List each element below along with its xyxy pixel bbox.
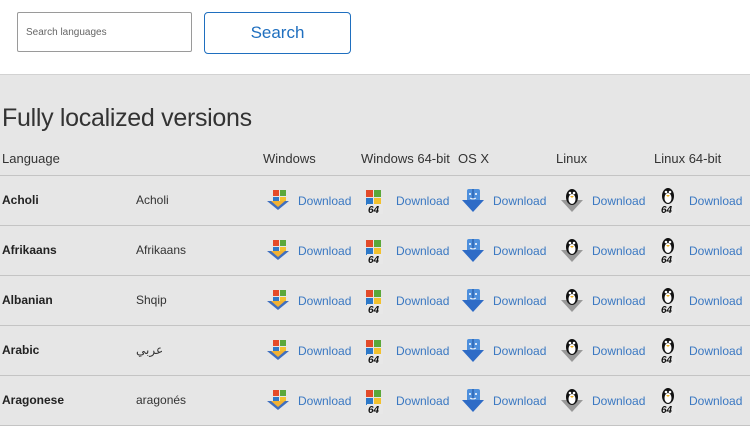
download-label: Download — [493, 194, 547, 208]
mac-finder-icon — [461, 388, 485, 414]
linux-tux-icon — [560, 388, 584, 414]
svg-text:64: 64 — [368, 405, 380, 414]
language-table: Acholi Acholi Download 64 Download Downl… — [0, 176, 750, 426]
table-row: Acholi Acholi Download 64 Download Downl… — [0, 176, 750, 226]
mac-finder-icon — [461, 188, 485, 214]
linux-tux-icon — [560, 238, 584, 264]
svg-text:64: 64 — [661, 405, 673, 414]
section-title: Fully localized versions — [2, 104, 252, 132]
windows-icon — [266, 388, 290, 414]
language-name: Afrikaans — [2, 243, 57, 257]
download-label: Download — [592, 194, 646, 208]
search-button[interactable]: Search — [204, 12, 351, 54]
download-label: Download — [396, 244, 450, 258]
table-row: Aragonese aragonés Download 64 Download … — [0, 376, 750, 426]
download-label: Download — [298, 244, 352, 258]
download-label: Download — [493, 344, 547, 358]
download-label: Download — [592, 394, 646, 408]
download-label: Download — [689, 394, 743, 408]
language-native-name: Afrikaans — [136, 243, 187, 257]
language-name: Albanian — [2, 293, 53, 307]
search-input[interactable] — [17, 12, 192, 52]
download-label: Download — [493, 394, 547, 408]
windows-icon — [266, 288, 290, 314]
column-header-language: Language — [2, 151, 60, 166]
download-label: Download — [689, 194, 743, 208]
download-label: Download — [689, 344, 743, 358]
svg-text:64: 64 — [661, 305, 673, 314]
mac-finder-icon — [461, 238, 485, 264]
linux-tux-64-icon: 64 — [657, 388, 681, 414]
column-header-osx: OS X — [458, 151, 490, 166]
svg-text:64: 64 — [368, 305, 380, 314]
search-bar: Search — [0, 0, 750, 75]
windows-icon — [266, 338, 290, 364]
windows-64-icon: 64 — [364, 338, 388, 364]
download-label: Download — [689, 244, 743, 258]
windows-64-icon: 64 — [364, 388, 388, 414]
language-name: Aragonese — [2, 393, 65, 407]
language-native-name: Acholi — [136, 193, 169, 207]
linux-tux-icon — [560, 188, 584, 214]
download-label: Download — [592, 344, 646, 358]
linux-tux-64-icon: 64 — [657, 338, 681, 364]
windows-64-icon: 64 — [364, 188, 388, 214]
svg-text:64: 64 — [368, 355, 380, 364]
download-label: Download — [689, 294, 743, 308]
download-label: Download — [493, 244, 547, 258]
download-label: Download — [396, 294, 450, 308]
windows-64-icon: 64 — [364, 288, 388, 314]
table-row: Afrikaans Afrikaans Download 64 Download… — [0, 226, 750, 276]
column-header-linux: Linux — [556, 151, 588, 166]
column-header-windows: Windows — [263, 151, 316, 166]
linux-tux-64-icon: 64 — [657, 188, 681, 214]
language-name: Arabic — [2, 343, 40, 357]
column-header-linux-64: Linux 64-bit — [654, 151, 722, 166]
linux-tux-icon — [560, 338, 584, 364]
language-native-name: عربي — [136, 343, 164, 357]
language-name: Acholi — [2, 193, 39, 207]
column-header-windows-64: Windows 64-bit — [361, 151, 450, 166]
download-label: Download — [592, 244, 646, 258]
download-label: Download — [493, 294, 547, 308]
mac-finder-icon — [461, 288, 485, 314]
table-row: Arabic عربي Download 64 Download Downloa… — [0, 326, 750, 376]
svg-text:64: 64 — [368, 205, 380, 214]
download-label: Download — [298, 344, 352, 358]
language-native-name: Shqip — [136, 293, 167, 307]
download-label: Download — [298, 194, 352, 208]
download-label: Download — [396, 194, 450, 208]
windows-icon — [266, 188, 290, 214]
download-label: Download — [298, 394, 352, 408]
linux-tux-64-icon: 64 — [657, 288, 681, 314]
linux-tux-icon — [560, 288, 584, 314]
linux-tux-64-icon: 64 — [657, 238, 681, 264]
svg-text:64: 64 — [661, 205, 673, 214]
table-row: Albanian Shqip Download 64 Download Down… — [0, 276, 750, 326]
download-label: Download — [396, 394, 450, 408]
mac-finder-icon — [461, 338, 485, 364]
svg-text:64: 64 — [661, 355, 673, 364]
table-header: Language Windows Windows 64-bit OS X Lin… — [0, 150, 750, 176]
language-native-name: aragonés — [136, 393, 187, 407]
windows-icon — [266, 238, 290, 264]
download-label: Download — [298, 294, 352, 308]
download-label: Download — [592, 294, 646, 308]
svg-text:64: 64 — [661, 255, 673, 264]
svg-text:64: 64 — [368, 255, 380, 264]
download-label: Download — [396, 344, 450, 358]
windows-64-icon: 64 — [364, 238, 388, 264]
